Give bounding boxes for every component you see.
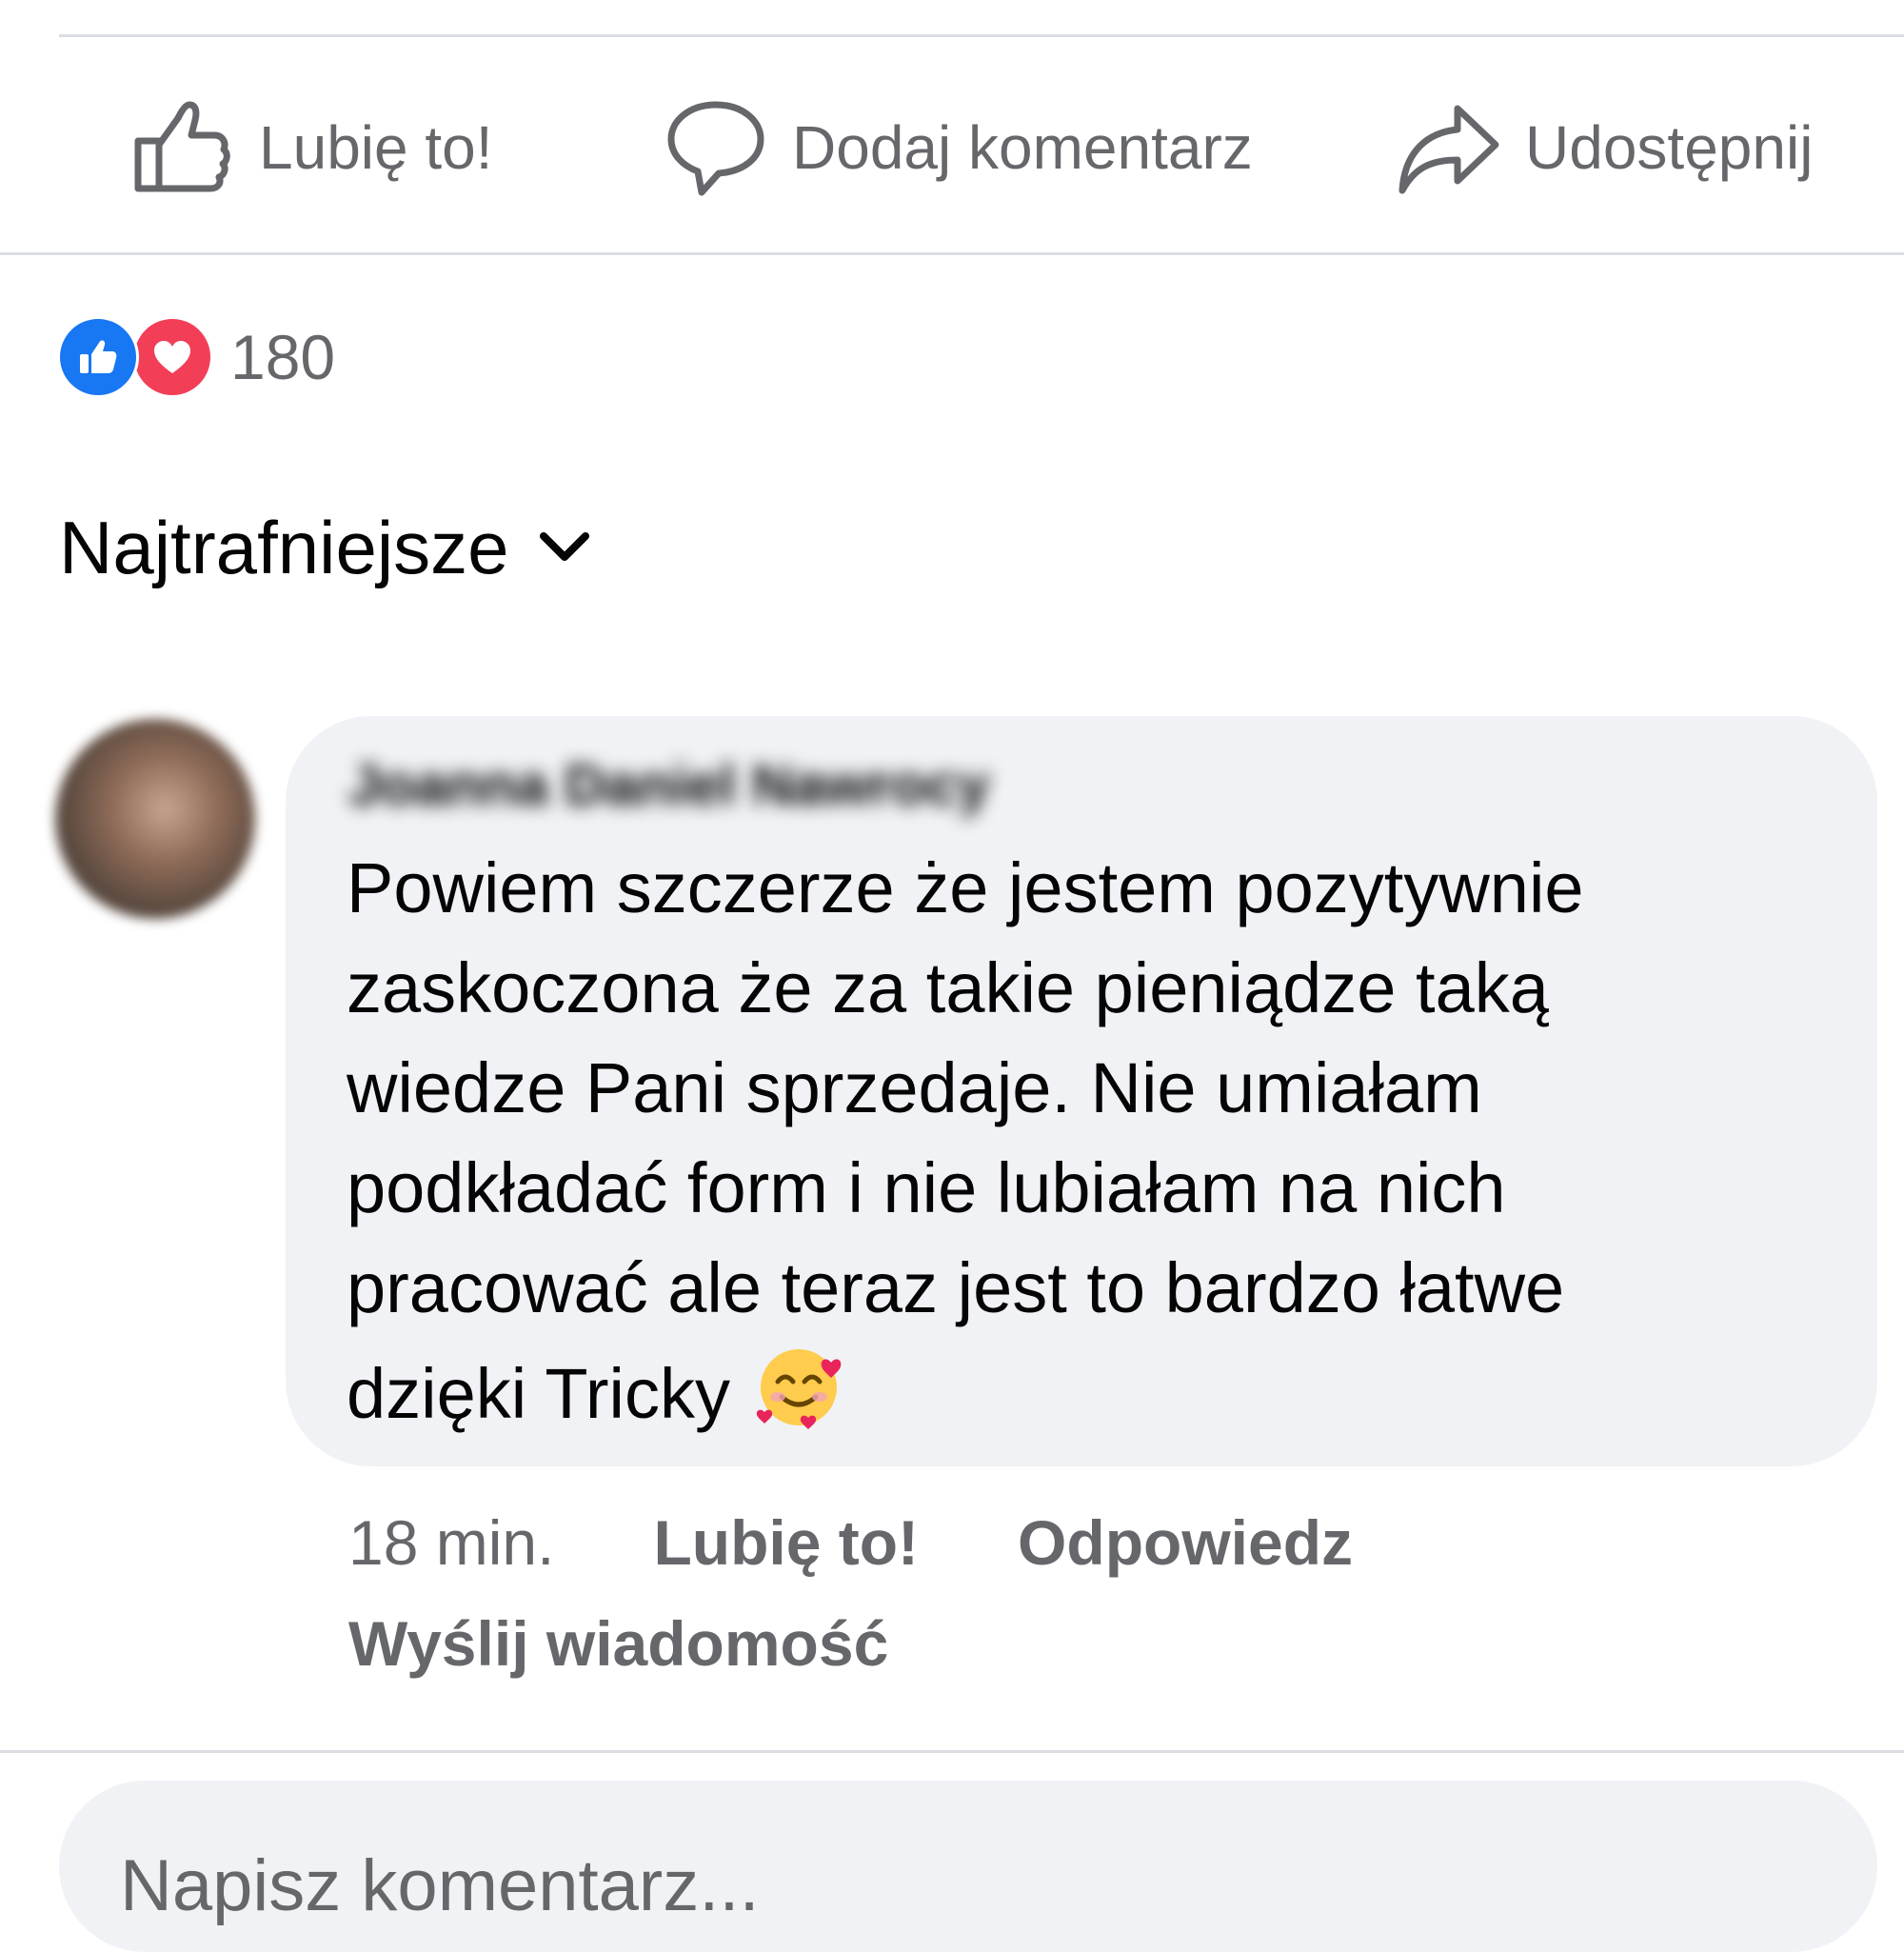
bottom-divider [0, 1750, 1904, 1753]
comment-text-line: podkładać form i nie lubiałam na nich [347, 1148, 1506, 1227]
comment-text-line: dzięki Tricky [347, 1354, 730, 1433]
sort-label: Najtrafniejsze [59, 505, 509, 589]
comment-reply-link[interactable]: Odpowiedz [1018, 1506, 1353, 1579]
smiling-face-with-hearts-icon [751, 1338, 846, 1459]
comment-button[interactable]: Dodaj komentarz [661, 67, 1253, 229]
post-action-bar: Lubię to! Dodaj komentarz Udostępnij [0, 67, 1904, 229]
comment-bubble-icon [661, 92, 771, 203]
comment-text-line: Powiem szczerze że jestem pozytywnie [347, 848, 1584, 927]
comment-timestamp[interactable]: 18 min. [348, 1506, 554, 1579]
comment-like-link[interactable]: Lubię to! [653, 1506, 919, 1579]
reaction-count: 180 [230, 322, 336, 392]
thumbs-up-icon [128, 92, 238, 203]
comment-text-line: wiedze Pani sprzedaje. Nie umiałam [347, 1048, 1482, 1127]
comment-button-label: Dodaj komentarz [792, 113, 1253, 182]
chevron-down-icon [538, 528, 591, 567]
like-button[interactable]: Lubię to! [128, 67, 493, 229]
share-arrow-icon [1394, 92, 1504, 203]
comment-input[interactable] [59, 1781, 1877, 1952]
comment-text: Powiem szczerze że jestem pozytywnie zas… [347, 838, 1832, 1459]
reaction-summary[interactable]: 180 [57, 314, 335, 400]
share-button[interactable]: Udostępnij [1394, 67, 1813, 229]
send-message-link[interactable]: Wyślij wiadomość [348, 1605, 888, 1682]
comment-meta: 18 min. Lubię to! Odpowiedz [348, 1504, 1353, 1581]
avatar[interactable] [55, 719, 255, 919]
comment-text-last-line: dzięki Tricky [347, 1338, 1832, 1459]
action-divider [0, 252, 1904, 255]
comment-text-line: zaskoczona że za takie pieniądze taką [347, 948, 1549, 1027]
top-divider [59, 34, 1904, 37]
like-button-label: Lubię to! [259, 113, 493, 182]
comment-text-line: pracować ale teraz jest to bardzo łatwe [347, 1248, 1565, 1327]
share-button-label: Udostępnij [1525, 113, 1814, 182]
love-reaction-icon [131, 316, 213, 398]
like-reaction-icon [57, 316, 139, 398]
comment-sort-dropdown[interactable]: Najtrafniejsze [59, 505, 591, 590]
comment-author-name[interactable]: Joanna Daniel Nawrocy [348, 752, 990, 818]
